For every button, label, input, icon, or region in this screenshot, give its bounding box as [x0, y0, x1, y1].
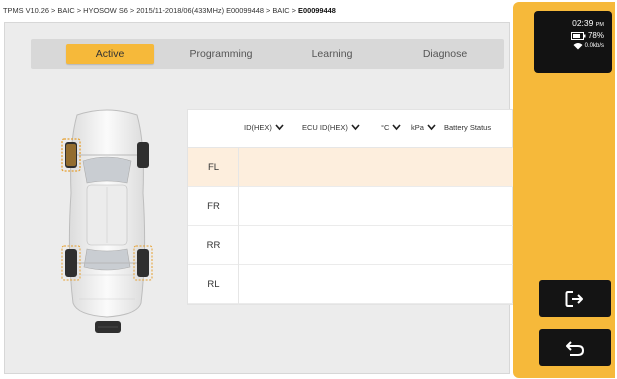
chevron-down-icon: [275, 124, 284, 131]
tab-learning[interactable]: Learning: [288, 44, 376, 64]
back-button[interactable]: [539, 329, 611, 366]
battery-icon: [570, 31, 586, 40]
chevron-down-icon: [392, 124, 402, 131]
column-label: ECU ID(HEX): [302, 123, 348, 132]
car-top-view-icon: [61, 109, 153, 333]
wifi-indicator: 0.0kb/s: [573, 42, 604, 50]
exit-icon: [565, 290, 583, 307]
vehicle-diagram: [57, 103, 157, 343]
breadcrumb-current: E00099448: [298, 6, 336, 15]
main-panel: Active Programming Learning Diagnose ID(…: [4, 22, 514, 374]
breadcrumb: TPMS V10.26 > BAIC > HYOSOW S6 > 2015/11…: [3, 6, 508, 20]
exit-button[interactable]: [539, 280, 611, 317]
column-label: ID(HEX): [244, 123, 272, 132]
battery-level: 78%: [587, 31, 604, 40]
wifi-speed: 0.0kb/s: [584, 43, 604, 49]
chevron-down-icon: [351, 124, 360, 131]
right-sidebar: 02:39 PM 78% 0.0kb/s: [513, 2, 615, 378]
tab-bar: Active Programming Learning Diagnose: [31, 39, 504, 69]
breadcrumb-path: TPMS V10.26 > BAIC > HYOSOW S6 > 2015/11…: [3, 6, 299, 15]
status-panel: 02:39 PM 78% 0.0kb/s: [534, 11, 612, 73]
column-label: kPa: [411, 123, 424, 132]
tab-active[interactable]: Active: [66, 44, 154, 64]
column-temperature[interactable]: °C: [381, 123, 402, 132]
back-icon: [566, 340, 585, 356]
column-id-hex[interactable]: ID(HEX): [244, 123, 284, 132]
clock-ampm: PM: [595, 22, 604, 28]
wifi-icon: [573, 43, 583, 50]
column-label: °C: [381, 123, 390, 132]
table-header: ID(HEX) ECU ID(HEX) °C kPa Battery Statu…: [188, 110, 514, 148]
tab-programming[interactable]: Programming: [177, 44, 265, 64]
tab-diagnose[interactable]: Diagnose: [401, 44, 489, 64]
column-ecu-id-hex[interactable]: ECU ID(HEX): [302, 123, 360, 132]
row-label-divider: [188, 148, 239, 305]
clock: 02:39 PM: [572, 18, 604, 28]
battery-indicator: 78%: [570, 31, 604, 40]
column-battery-status: Battery Status: [444, 123, 492, 132]
column-pressure[interactable]: kPa: [411, 123, 436, 132]
sensor-table: ID(HEX) ECU ID(HEX) °C kPa Battery Statu…: [187, 109, 514, 305]
clock-time: 02:39: [572, 18, 594, 28]
chevron-down-icon: [427, 124, 436, 131]
